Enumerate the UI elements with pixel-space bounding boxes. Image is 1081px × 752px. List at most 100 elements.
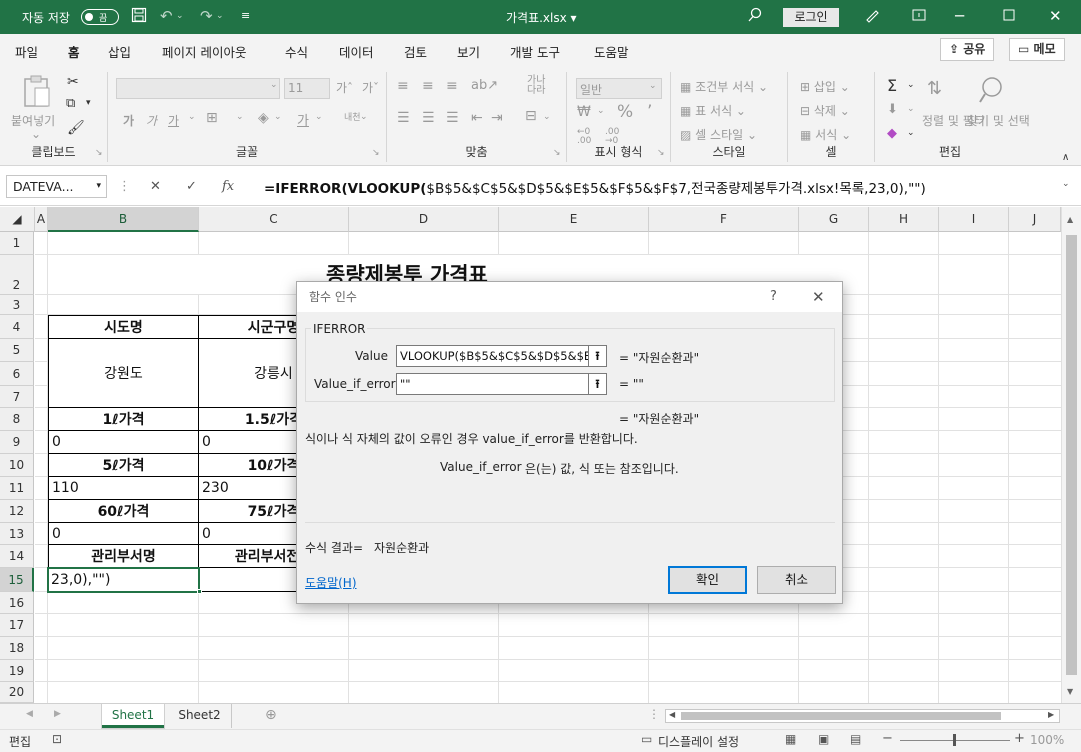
row-header-13[interactable]: 13 <box>0 523 34 545</box>
italic-button[interactable]: 가 <box>146 112 157 129</box>
vertical-scrollbar[interactable]: ▲ ▼ <box>1061 207 1081 703</box>
name-box[interactable]: DATEVA... ▾ <box>6 175 107 198</box>
number-launcher-icon[interactable]: ↘ <box>657 148 665 158</box>
col-header-f[interactable]: F <box>649 207 799 232</box>
autosave-toggle[interactable]: 끔 <box>81 9 119 25</box>
number-format-combo[interactable]: 일반 ⌄ <box>576 78 662 99</box>
paste-icon[interactable] <box>22 74 52 111</box>
row-header-1[interactable]: 1 <box>0 232 34 255</box>
page-break-view-icon[interactable]: ▤ <box>850 732 861 746</box>
tab-view[interactable]: 보기 <box>457 42 480 61</box>
col-header-c[interactable]: C <box>199 207 349 232</box>
clear-icon[interactable]: ◆ <box>887 126 897 141</box>
arg2-collapse-icon[interactable]: ⭱ <box>588 373 607 395</box>
cell-b10[interactable]: 5ℓ가격 <box>49 454 198 476</box>
tab-insert[interactable]: 삽입 <box>108 42 131 61</box>
fill-dropdown-icon[interactable]: ⌄ <box>907 104 915 114</box>
row-header-5[interactable]: 5 <box>0 339 34 362</box>
horizontal-scrollbar[interactable]: ◀ ▶ <box>665 709 1060 723</box>
row-header-20[interactable]: 20 <box>0 682 34 703</box>
dialog-help-icon[interactable]: ? <box>770 282 777 312</box>
row-header-16[interactable]: 16 <box>0 592 34 614</box>
row-header-6[interactable]: 6 <box>0 362 34 386</box>
underline-dropdown-icon[interactable]: ⌄ <box>188 112 196 122</box>
row-header-17[interactable]: 17 <box>0 614 34 637</box>
clipboard-launcher-icon[interactable]: ↘ <box>95 148 103 158</box>
row-header-3[interactable]: 3 <box>0 295 34 315</box>
display-settings-icon[interactable]: ▭ <box>641 732 652 746</box>
cell-b12[interactable]: 60ℓ가격 <box>49 500 198 522</box>
cell-b5[interactable]: 강원도 <box>49 339 198 407</box>
collapse-ribbon-icon[interactable]: ∧ <box>1062 152 1069 163</box>
expand-formula-bar-icon[interactable]: ⌄ <box>1062 179 1070 189</box>
row-header-14[interactable]: 14 <box>0 545 34 568</box>
row-header-2[interactable]: 2 <box>0 255 34 295</box>
select-all-corner[interactable]: ◢ <box>0 207 35 232</box>
confirm-entry-icon[interactable]: ✓ <box>186 179 197 194</box>
close-icon[interactable]: ✕ <box>1049 7 1062 25</box>
col-header-i[interactable]: I <box>939 207 1009 232</box>
col-header-a[interactable]: A <box>35 207 48 232</box>
border-dropdown-icon[interactable]: ⌄ <box>236 112 244 122</box>
delete-cells-button[interactable]: ⊟ 삭제 ⌄ <box>800 102 850 119</box>
ok-button[interactable]: 확인 <box>668 566 747 594</box>
autosum-dropdown-icon[interactable]: ⌄ <box>907 80 915 90</box>
cell-b11[interactable]: 110 <box>52 477 79 499</box>
decrease-indent-icon[interactable]: ⇤ <box>471 110 483 126</box>
insert-function-icon[interactable]: fx <box>222 179 234 194</box>
row-header-4[interactable]: 4 <box>0 315 34 339</box>
row-header-18[interactable]: 18 <box>0 637 34 660</box>
copy-icon[interactable]: ⧉ <box>66 96 75 111</box>
new-sheet-icon[interactable]: ⊕ <box>265 707 277 723</box>
tab-data[interactable]: 데이터 <box>339 42 374 61</box>
underline-button[interactable]: 가 <box>168 112 179 129</box>
tab-developer[interactable]: 개발 도구 <box>510 42 560 61</box>
display-settings-label[interactable]: 디스플레이 설정 <box>658 733 739 750</box>
scroll-right-icon[interactable]: ▶ <box>1048 710 1054 719</box>
clear-dropdown-icon[interactable]: ⌄ <box>907 128 915 138</box>
redo-dropdown-icon[interactable]: ⌄ <box>216 7 224 25</box>
shrink-font-icon[interactable]: 가ˇ <box>362 79 379 96</box>
zoom-out-icon[interactable]: − <box>882 731 893 746</box>
align-middle-icon[interactable]: ≡ <box>422 78 434 94</box>
alignment-launcher-icon[interactable]: ↘ <box>553 148 561 158</box>
scroll-up-icon[interactable]: ▲ <box>1067 215 1073 224</box>
percent-icon[interactable]: % <box>617 102 633 122</box>
format-painter-icon[interactable]: 🖌 <box>67 120 85 136</box>
minimize-icon[interactable]: ─ <box>955 7 964 25</box>
undo-icon[interactable]: ↶ <box>160 7 173 25</box>
dialog-title-bar[interactable]: 함수 인수 ? ✕ <box>297 282 842 312</box>
zoom-in-icon[interactable]: + <box>1014 731 1025 746</box>
align-top-icon[interactable]: ≡ <box>397 78 409 94</box>
row-header-10[interactable]: 10 <box>0 454 34 477</box>
active-cell-b15[interactable]: 23,0),"") <box>47 567 200 593</box>
accessibility-icon[interactable]: ⊡ <box>52 732 62 746</box>
zoom-slider[interactable] <box>900 734 1010 746</box>
font-name-dropdown-icon[interactable]: ⌄ <box>270 80 278 90</box>
save-icon[interactable] <box>131 7 147 27</box>
comma-icon[interactable]: ’ <box>647 102 652 122</box>
undo-dropdown-icon[interactable]: ⌄ <box>176 7 184 25</box>
redo-icon[interactable]: ↷ <box>200 7 213 25</box>
cell-styles-button[interactable]: ▨ 셀 스타일 ⌄ <box>680 126 757 143</box>
search-icon[interactable] <box>747 7 763 27</box>
arg2-input[interactable]: "" <box>396 373 589 395</box>
tab-formulas[interactable]: 수식 <box>285 42 308 61</box>
currency-icon[interactable]: ₩ <box>577 104 591 120</box>
vertical-scroll-thumb[interactable] <box>1066 235 1077 675</box>
col-header-h[interactable]: H <box>869 207 939 232</box>
tab-help[interactable]: 도움말 <box>594 42 629 61</box>
cell-c9[interactable]: 0 <box>202 431 211 453</box>
cell-c13[interactable]: 0 <box>202 523 211 544</box>
cancel-button[interactable]: 취소 <box>757 566 836 594</box>
align-center-icon[interactable]: ☰ <box>422 110 435 126</box>
cell-b4[interactable]: 시도명 <box>49 316 198 338</box>
cell-c11[interactable]: 230 <box>202 477 229 499</box>
ribbon-display-icon[interactable] <box>911 7 927 27</box>
zoom-slider-thumb[interactable] <box>953 734 956 746</box>
font-launcher-icon[interactable]: ↘ <box>372 148 380 158</box>
maximize-icon[interactable] <box>1003 7 1015 25</box>
cancel-entry-icon[interactable]: ✕ <box>150 179 161 194</box>
border-icon[interactable]: ⊞ <box>206 110 218 126</box>
row-header-7[interactable]: 7 <box>0 386 34 408</box>
